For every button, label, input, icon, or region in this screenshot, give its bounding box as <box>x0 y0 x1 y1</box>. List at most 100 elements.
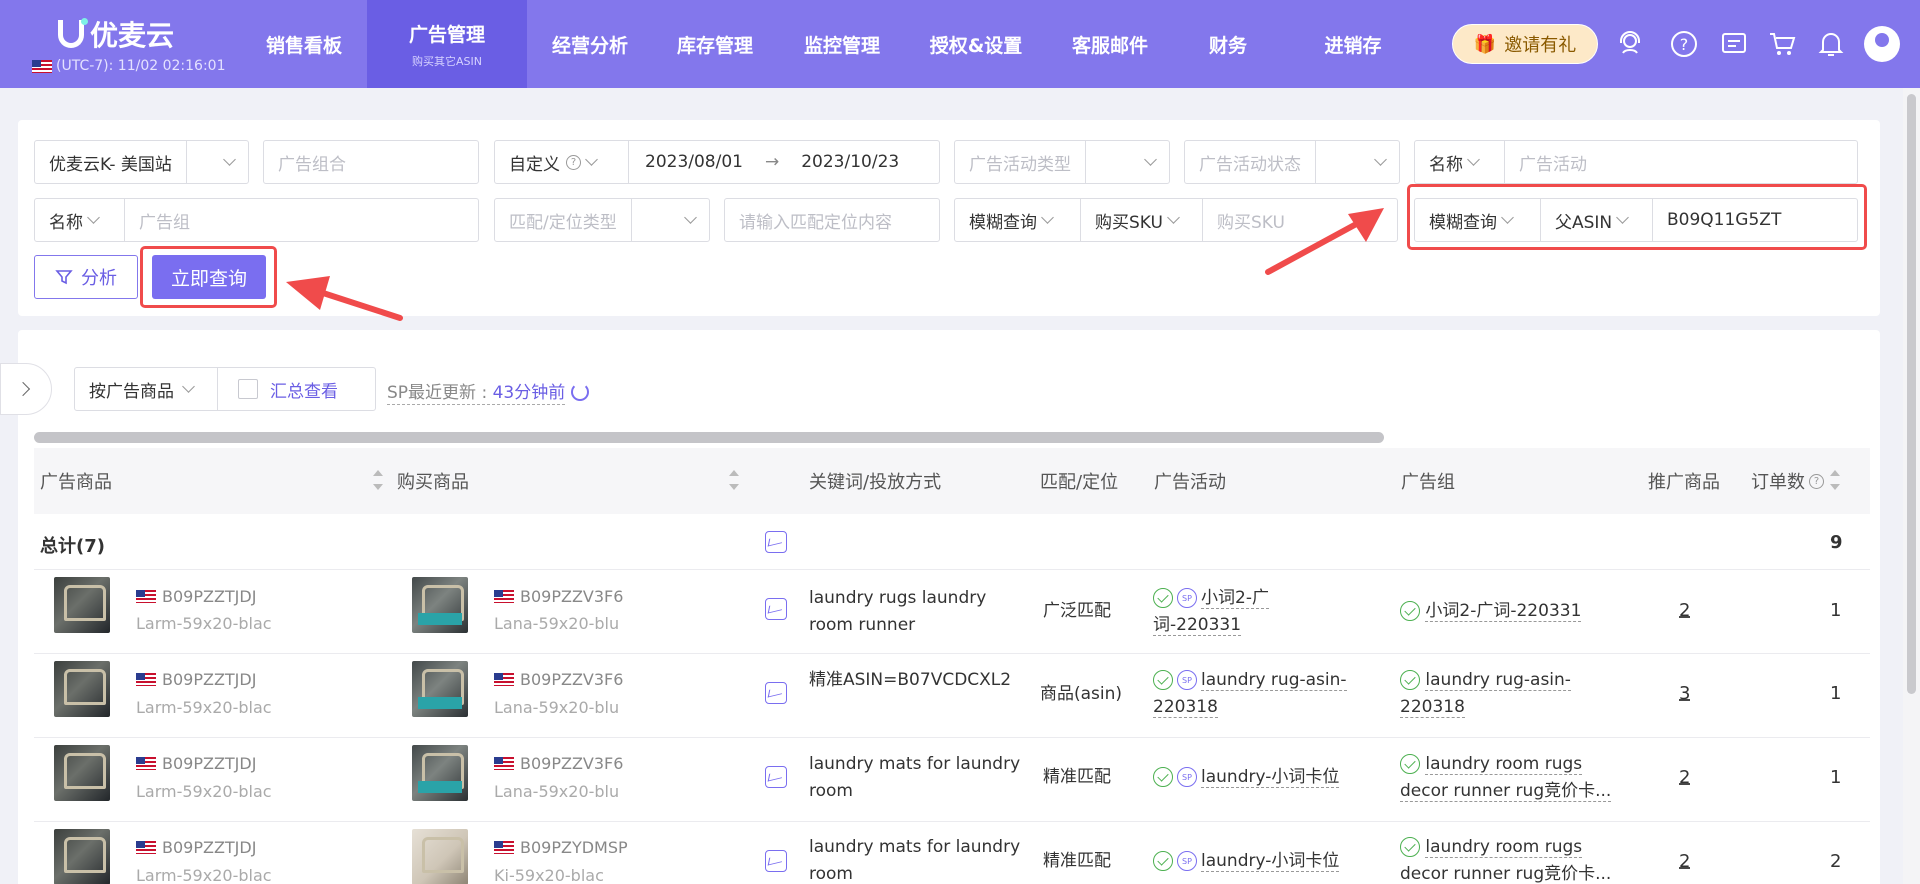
sort-icon[interactable] <box>1830 470 1840 490</box>
date-start[interactable]: 2023/08/01 <box>629 152 743 172</box>
orders-count: 1 <box>1830 600 1842 621</box>
ad-asin[interactable]: B09PZZTJDJ <box>162 754 256 773</box>
menu-monitoring[interactable]: 监控管理 <box>792 0 892 88</box>
enabled-status-icon <box>1153 670 1173 690</box>
product-image[interactable] <box>54 577 110 633</box>
campaign-input[interactable]: 广告活动 <box>1505 141 1601 183</box>
campaign-type-select[interactable]: 广告活动类型 <box>954 140 1170 184</box>
buy-asin[interactable]: B09PZYDMSP <box>520 838 628 857</box>
match-type-select[interactable]: 匹配/定位类型 <box>494 198 710 242</box>
vertical-scrollbar[interactable] <box>1903 88 1920 884</box>
sort-icon[interactable] <box>729 470 739 490</box>
campaign-status-select[interactable]: 广告活动状态 <box>1184 140 1400 184</box>
name-type-select[interactable]: 名称 <box>35 199 125 241</box>
checkbox[interactable] <box>238 379 258 399</box>
buy-asin[interactable]: B09PZZV3F6 <box>520 587 623 606</box>
logo[interactable]: 优麦云 <box>58 14 174 54</box>
chevron-down-icon <box>1167 211 1180 224</box>
sort-icon[interactable] <box>373 470 383 490</box>
store-select[interactable]: 优麦云K- 美国站 <box>34 140 249 184</box>
sp-badge-icon: SP <box>1177 588 1197 608</box>
product-image[interactable] <box>54 745 110 801</box>
trend-chart-icon[interactable] <box>765 682 787 704</box>
product-image[interactable] <box>412 829 468 884</box>
orders-count: 2 <box>1830 851 1842 872</box>
ad-asin[interactable]: B09PZZTJDJ <box>162 587 256 606</box>
campaign-link[interactable]: SP laundry rug-asin- 220318 <box>1153 667 1347 721</box>
match-content-input[interactable]: 请输入匹配定位内容 <box>724 198 940 242</box>
enabled-status-icon <box>1400 837 1420 857</box>
enabled-status-icon <box>1400 670 1420 690</box>
date-range-picker[interactable]: 自定义? 2023/08/01 → 2023/10/23 <box>494 140 940 184</box>
buy-asin[interactable]: B09PZZV3F6 <box>520 754 623 773</box>
promoted-count[interactable]: 3 <box>1679 683 1690 704</box>
keyword: 精准ASIN=B07VCDCXL2 <box>809 670 1012 690</box>
campaign-link[interactable]: SP laundry-小词卡位 <box>1153 764 1340 791</box>
match-type: 精准匹配 <box>1043 851 1111 871</box>
svg-text:?: ? <box>1680 35 1689 54</box>
product-image[interactable] <box>54 829 110 884</box>
trend-chart-icon[interactable] <box>765 531 787 553</box>
adgroup-link[interactable]: laundry room rugs decor runner rug竞价卡... <box>1400 834 1612 884</box>
avatar[interactable] <box>1864 26 1900 62</box>
adgroup-link[interactable]: laundry room rugs decor runner rug竞价卡... <box>1400 751 1612 805</box>
support-icon[interactable] <box>1614 28 1646 60</box>
menu-finance[interactable]: 财务 <box>1200 0 1256 88</box>
menu-auth-settings[interactable]: 授权&设置 <box>918 0 1034 88</box>
menu-ad-management[interactable]: 广告管理 购买其它ASIN <box>367 0 527 88</box>
promoted-count[interactable]: 2 <box>1679 600 1690 621</box>
cart-icon[interactable] <box>1766 28 1798 60</box>
adgroup-link[interactable]: laundry rug-asin- 220318 <box>1400 667 1571 721</box>
date-mode-select[interactable]: 自定义? <box>495 141 629 183</box>
campaign-name-search[interactable]: 名称 广告活动 <box>1414 140 1858 184</box>
sp-badge-icon: SP <box>1177 670 1197 690</box>
us-flag-icon <box>494 841 514 854</box>
refresh-icon[interactable] <box>571 382 590 401</box>
message-icon[interactable] <box>1718 28 1750 60</box>
name-type-select[interactable]: 名称 <box>1415 141 1505 183</box>
campaign-link[interactable]: SP 小词2-广 词-220331 <box>1153 585 1269 639</box>
us-flag-icon <box>494 590 514 603</box>
promoted-count[interactable]: 2 <box>1679 767 1690 788</box>
top-nav: 优麦云 (UTC-7): 11/02 02:16:01 销售看板 广告管理 购买… <box>0 0 1920 88</box>
invite-button[interactable]: 🎁 邀请有礼 <box>1452 24 1598 64</box>
summary-view-toggle[interactable]: 汇总查看 <box>217 367 376 411</box>
menu-sales-board[interactable]: 销售看板 <box>248 0 360 88</box>
product-image[interactable] <box>412 577 468 633</box>
trend-chart-icon[interactable] <box>765 850 787 872</box>
group-by-select[interactable]: 按广告商品 <box>74 367 218 411</box>
product-image[interactable] <box>54 661 110 717</box>
sku-type-select[interactable]: 购买SKU <box>1081 199 1203 241</box>
chevron-down-icon <box>1374 153 1387 166</box>
adgroup-input[interactable]: 广告组 <box>125 199 204 241</box>
menu-service-mail[interactable]: 客服邮件 <box>1060 0 1160 88</box>
buy-sku: Lana-59x20-blu <box>494 614 620 633</box>
sidebar-toggle[interactable] <box>0 363 52 415</box>
campaign-link[interactable]: SP laundry-小词卡位 <box>1153 848 1340 875</box>
help-icon[interactable]: ? <box>1668 28 1700 60</box>
ad-portfolio-select[interactable]: 广告组合 <box>263 140 479 184</box>
analyze-button[interactable]: 分析 <box>34 255 138 299</box>
ad-sku: Larm-59x20-blac <box>136 614 272 633</box>
date-end[interactable]: 2023/10/23 <box>801 152 899 172</box>
product-image[interactable] <box>412 745 468 801</box>
product-image[interactable] <box>412 661 468 717</box>
us-flag-icon <box>136 757 156 770</box>
ad-asin[interactable]: B09PZZTJDJ <box>162 670 256 689</box>
adgroup-name-search[interactable]: 名称 广告组 <box>34 198 479 242</box>
ad-asin[interactable]: B09PZZTJDJ <box>162 838 256 857</box>
trend-chart-icon[interactable] <box>765 598 787 620</box>
menu-purchase-sales-stock[interactable]: 进销存 <box>1300 0 1406 88</box>
horizontal-scrollbar[interactable] <box>34 432 1384 443</box>
fuzzy-select[interactable]: 模糊查询 <box>955 199 1081 241</box>
menu-business-analysis[interactable]: 经营分析 <box>540 0 640 88</box>
adgroup-link[interactable]: 小词2-广词-220331 <box>1400 598 1582 625</box>
menu-inventory[interactable]: 库存管理 <box>665 0 765 88</box>
match-type: 广泛匹配 <box>1043 601 1111 621</box>
buy-asin[interactable]: B09PZZV3F6 <box>520 670 623 689</box>
trend-chart-icon[interactable] <box>765 766 787 788</box>
us-flag-icon <box>136 841 156 854</box>
promoted-count[interactable]: 2 <box>1679 851 1690 872</box>
bell-icon[interactable] <box>1815 28 1847 60</box>
enabled-status-icon <box>1400 601 1420 621</box>
